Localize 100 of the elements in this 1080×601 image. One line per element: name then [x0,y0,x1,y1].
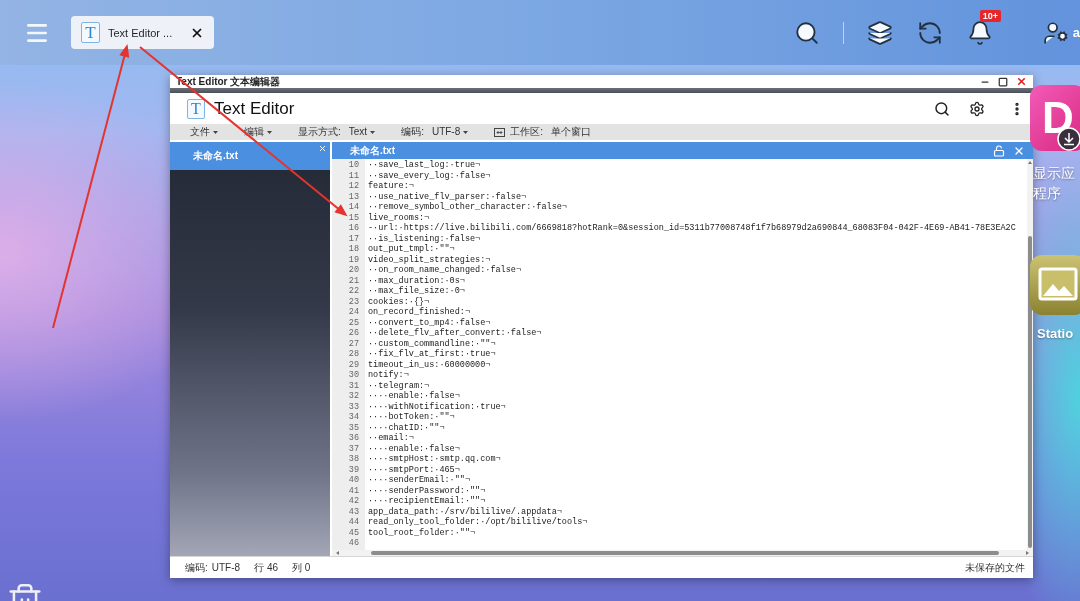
code-line: ··is_listening:·false¬ [367,233,481,244]
code-line: ··telegram:¬ [367,380,430,391]
line-number: 31 [347,380,360,391]
sync-icon[interactable] [916,19,943,46]
code-line: video_split_strategies:¬ [367,254,491,265]
photo-app-icon[interactable] [1030,255,1080,315]
code-line: timeout_in_us:·60000000¬ [367,359,491,370]
bell-icon[interactable] [966,19,993,46]
line-number: 23 [347,296,360,307]
code-line: ··convert_to_mp4:·false¬ [367,317,491,328]
line-number: 46 [347,538,360,549]
icon-label: 显示应 [1033,164,1075,183]
scrollbar-thumb[interactable] [1028,236,1032,548]
app-logo: T [81,22,100,43]
line-number: 30 [347,370,360,381]
code-line: ····enable:·false¬ [367,443,460,454]
maximize-icon[interactable] [998,76,1008,87]
settings-icon[interactable] [969,100,985,117]
code-line: ··use_native_flv_parser:·false¬ [367,191,527,202]
code-line: app_data_path:·/srv/bililive/.appdata¬ [367,506,562,517]
arrow-left-icon[interactable] [336,551,339,555]
line-number: 25 [347,317,360,328]
code-line: ····senderPassword:·""¬ [367,485,486,496]
line-number: 42 [347,496,360,507]
line-number: 20 [347,265,360,276]
line-number: 44 [347,517,360,528]
status-value: UTF-8 [211,560,241,575]
code-line: ··max_file_size:·0¬ [367,286,465,297]
line-position: 行 46 [254,560,279,575]
code-line: tool_root_folder:·""¬ [367,527,476,538]
code-line: ····recipientEmail:·""¬ [367,496,486,507]
field-label: 编码: [401,125,424,139]
line-number: 22 [347,286,360,297]
app-icon[interactable]: D [1030,85,1080,151]
code-line: ····botToken:·""¬ [367,412,455,423]
line-number: 38 [347,454,360,465]
code-line: ··remove_symbol_other_character:·false¬ [367,202,567,213]
search-icon[interactable] [934,100,950,117]
line-number: 27 [347,338,360,349]
app-glyph: D [1042,96,1074,140]
line-number: 12 [347,181,360,192]
line-number: 24 [347,307,360,318]
line-number: 36 [347,433,360,444]
app-tab[interactable]: T Text Editor ... [71,16,214,49]
line-number: 10 [347,160,360,171]
line-number: 41 [347,485,360,496]
code-line: ····senderEmail:·""¬ [367,475,471,486]
code-line: ··save_last_log:·true¬ [367,160,481,171]
line-number: 17 [347,233,360,244]
line-number: 28 [347,349,360,360]
code-line: ··delete_flv_after_convert:·false¬ [367,328,542,339]
scrollbar-thumb[interactable] [371,551,999,555]
line-number: 37 [347,443,360,454]
dropdown[interactable]: Text [348,125,376,139]
arrow-up-icon[interactable] [1028,161,1032,164]
code-line: ····withNotification:·true¬ [367,401,506,412]
search-icon[interactable] [793,19,820,46]
line-number: 32 [347,391,360,402]
notification-badge: 10+ [979,9,1002,22]
horizontal-scrollbar[interactable] [332,550,1033,556]
code-line: ··email:¬ [367,433,414,444]
code-line: notify:¬ [367,370,409,381]
code-line: ··fix_flv_at_first:·true¬ [367,349,496,360]
code-line: live_rooms:¬ [367,212,430,223]
line-number: 45 [347,527,360,538]
code-line: ··custom_commandline:·""¬ [367,338,496,349]
code-line: ··max_duration:·0s¬ [367,275,465,286]
code-line: ····smtpPort:·465¬ [367,464,460,475]
line-number: 15 [347,212,360,223]
icon-label: Statio [1037,325,1074,343]
caret-icon [370,130,376,134]
code-line: out_put_tmpl:·""¬ [367,244,455,255]
unlock-icon[interactable] [993,144,1005,157]
file-status: 未保存的文件 [965,560,1025,575]
code-line: ····chatID:·""¬ [367,422,445,433]
line-number: 43 [347,506,360,517]
line-number: 13 [347,191,360,202]
arrow-right-icon[interactable] [1026,551,1029,555]
caret-icon [463,130,469,134]
status-label: 编码: [185,560,208,575]
line-number: 26 [347,328,360,339]
window-icon [494,127,506,137]
code-line: ··on_room_name_changed:·false¬ [367,265,522,276]
line-number: 29 [347,359,360,370]
user-gear-icon[interactable] [1042,19,1069,46]
code-line: -·url:·https://live.bilibili.com/6669818?hotRank=0&session_id=5311b77008748f1f7b68979d2a690844_68083F04-042F-4E69-AB41-78E3EA2C [367,223,1016,234]
code-line: cookies:·{}¬ [367,296,430,307]
line-number: 35 [347,422,360,433]
dropdown[interactable]: UTF-8 [431,125,469,139]
line-number: 21 [347,275,360,286]
line-number: 40 [347,475,360,486]
code-line: feature:¬ [367,181,414,192]
code-line: on_record_finished:¬ [367,307,471,318]
code-line: read_only_tool_folder:·/opt/bililive/tools¬ [367,517,588,528]
line-number: 16 [347,223,360,234]
line-number: 33 [347,401,360,412]
line-number: 18 [347,244,360,255]
column-position: 列 0 [292,560,311,575]
vertical-scrollbar[interactable] [1027,159,1033,550]
layers-icon[interactable] [866,19,893,46]
